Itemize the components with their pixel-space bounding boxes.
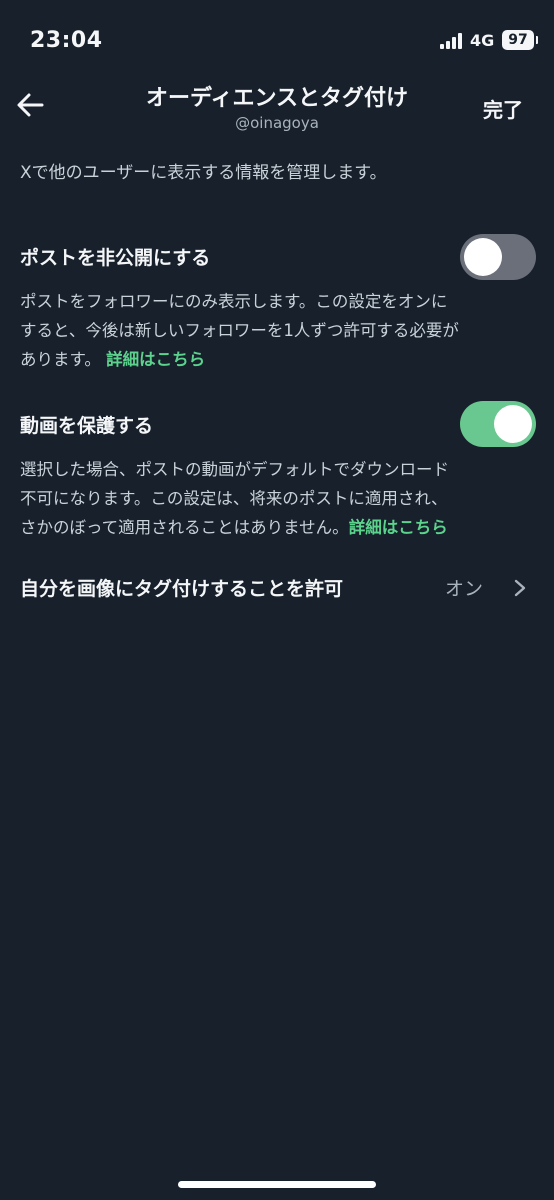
page-title: オーディエンスとタグ付け — [145, 86, 409, 111]
photo-tagging-label: 自分を画像にタグ付けすることを許可 — [20, 578, 344, 600]
description-line: ポストをフォロワーにのみ表示します。この設定をオンに — [20, 292, 448, 311]
protect-videos-toggle[interactable] — [460, 401, 536, 447]
toggle-knob — [464, 238, 502, 276]
description-line: 不可になります。この設定は、将来のポストに適用され、 — [20, 489, 448, 508]
signal-icon — [440, 33, 464, 49]
learn-more-link[interactable]: 詳細はこちら — [349, 518, 448, 537]
done-button[interactable]: 完了 — [483, 94, 523, 123]
protect-posts-label: ポストを非公開にする — [20, 247, 211, 269]
chevron-right-icon — [514, 579, 526, 597]
home-indicator[interactable] — [178, 1181, 376, 1188]
photo-tagging-row[interactable]: 自分を画像にタグ付けすることを許可 オン — [0, 566, 554, 610]
battery-icon: 97 — [502, 30, 538, 50]
screen: 23:04 4G 97 オーディエンスとタグ付け @oinagoya 完了 Xで… — [0, 0, 554, 1200]
status-time: 23:04 — [30, 28, 103, 53]
network-type: 4G — [470, 31, 495, 50]
description-line: すると、今後は新しいフォロワーを1人ずつ許可する必要が — [20, 321, 459, 340]
protect-posts-description: ポストをフォロワーにのみ表示します。この設定をオンに すると、今後は新しいフォロ… — [20, 287, 535, 374]
protect-videos-label: 動画を保護する — [20, 415, 154, 437]
status-bar: 23:04 4G 97 — [0, 0, 554, 80]
photo-tagging-value: オン — [445, 578, 484, 600]
description-line: あります。 — [20, 350, 101, 369]
account-handle: @oinagoya — [235, 114, 319, 132]
description-line: 選択した場合、ポストの動画がデフォルトでダウンロード — [20, 460, 449, 479]
page-description: Xで他のユーザーに表示する情報を管理します。 — [20, 163, 387, 183]
protect-posts-toggle[interactable] — [460, 234, 536, 280]
description-line: さかのぼって適用されることはありません。 — [20, 518, 349, 537]
toggle-knob — [494, 405, 532, 443]
learn-more-link[interactable]: 詳細はこちら — [106, 350, 205, 369]
protect-videos-description: 選択した場合、ポストの動画がデフォルトでダウンロード 不可になります。この設定は… — [20, 455, 535, 542]
